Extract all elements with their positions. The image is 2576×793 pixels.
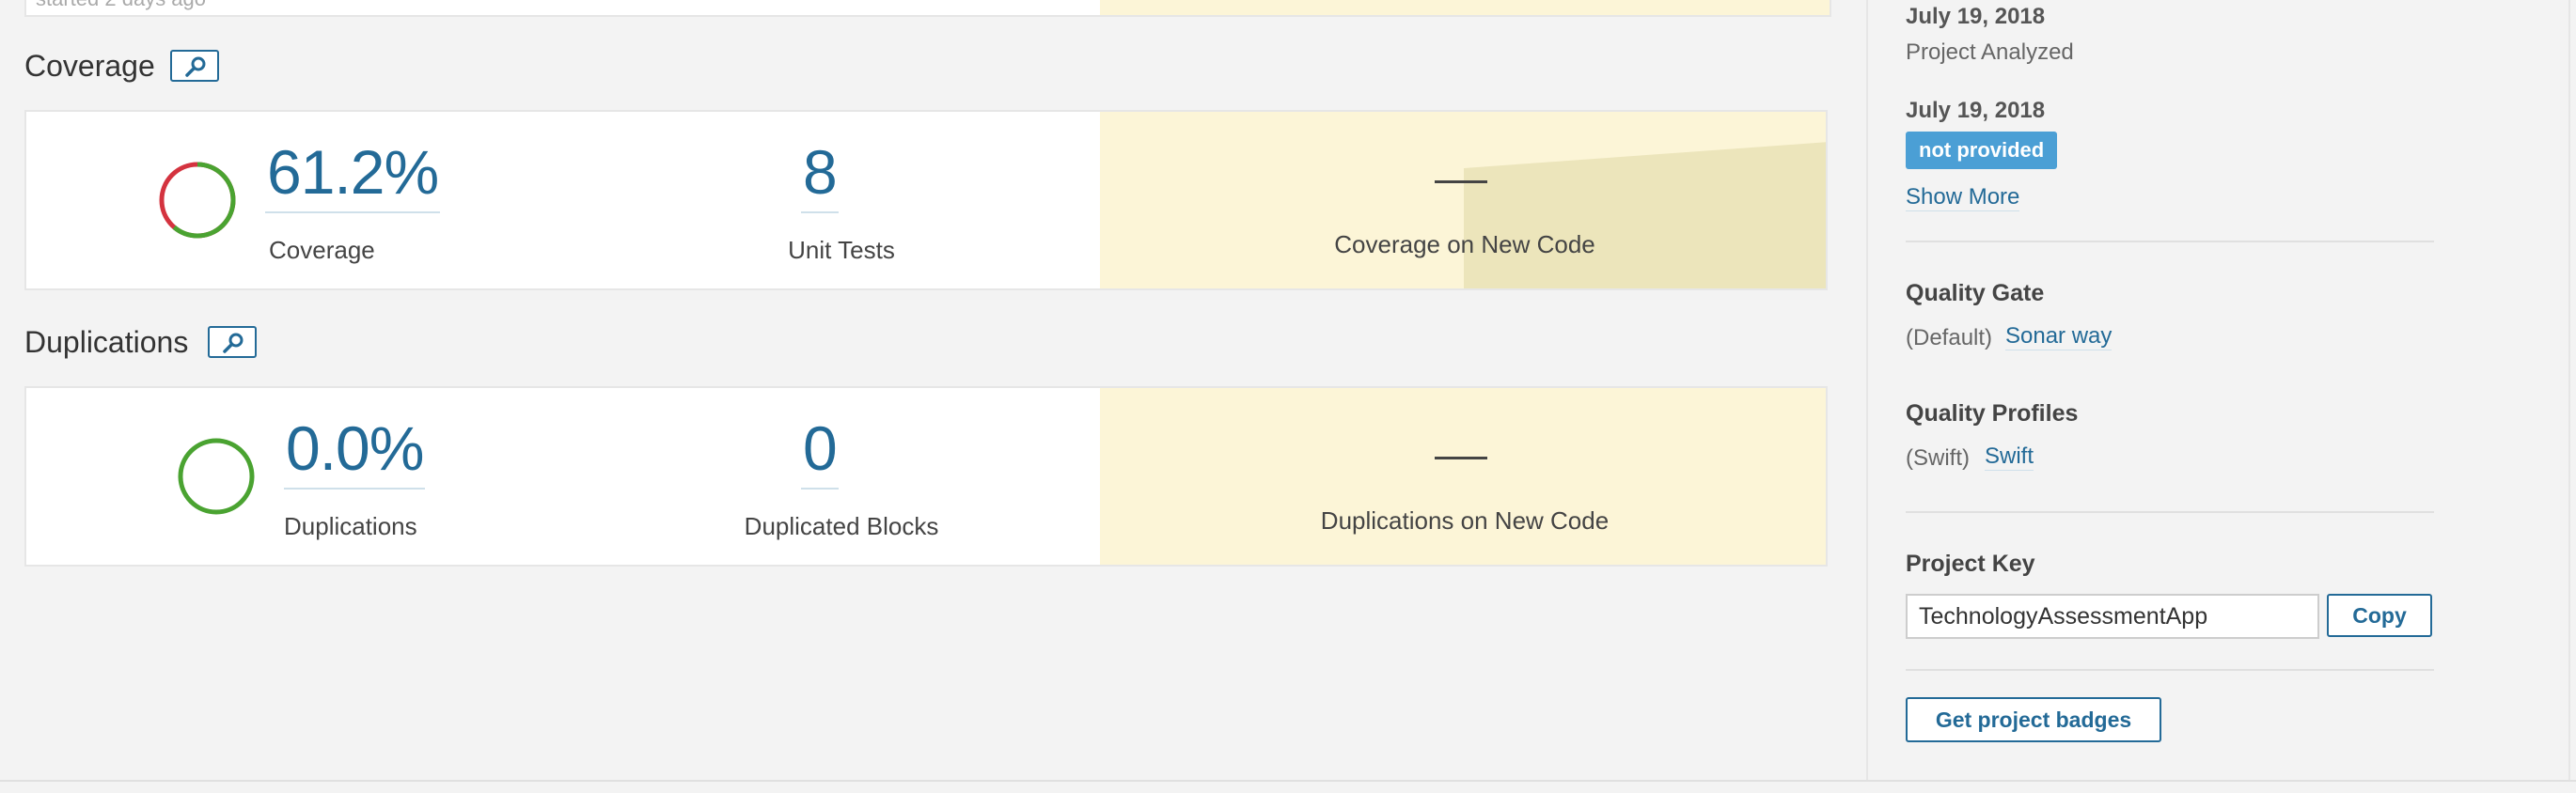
coverage-section-title: Coverage: [24, 49, 155, 83]
duplications-new-code-label: Duplications on New Code: [1320, 506, 1610, 535]
event-date: July 19, 2018: [1906, 4, 2046, 29]
coverage-card: 61.2% Coverage 8 Unit Tests — Coverage o…: [24, 110, 1828, 290]
event-badge: not provided: [1906, 132, 2058, 169]
event-date: July 19, 2018: [1906, 98, 2046, 123]
project-sidebar: July 19, 2018 Project Analyzed July 19, …: [1866, 0, 2576, 780]
previous-panel-text: started 2 days ago: [36, 0, 206, 11]
quality-gate-link[interactable]: Sonar way: [2005, 323, 2113, 350]
quality-profile-qualifier: (Swift): [1906, 445, 1970, 471]
duplications-new-code-value: [1435, 457, 1487, 459]
duplications-label: Duplications: [284, 512, 417, 540]
quality-profiles-heading: Quality Profiles: [1906, 400, 2079, 427]
bottom-border: [0, 780, 2576, 782]
get-project-badges-button[interactable]: Get project badges: [1906, 697, 2161, 742]
duplications-section-title: Duplications: [24, 325, 189, 359]
previous-new-code-area: [1100, 0, 1830, 15]
coverage-label: Coverage: [269, 236, 375, 264]
new-code-chart-shape: [1464, 142, 1826, 288]
duplications-drilldown-button[interactable]: [208, 326, 257, 358]
duplicated-blocks-label: Duplicated Blocks: [744, 512, 939, 540]
coverage-new-code-area: — Coverage on New Code: [1100, 112, 1826, 288]
coverage-new-code-label: Coverage on New Code: [1334, 230, 1595, 258]
coverage-drilldown-button[interactable]: [170, 50, 219, 82]
divider: [1906, 669, 2434, 671]
main-content: started 2 days ago Coverage 61.2% Covera…: [0, 0, 1866, 780]
magnifier-icon: [223, 333, 243, 353]
duplications-new-code-area: — Duplications on New Code: [1100, 388, 1826, 565]
copy-button[interactable]: Copy: [2327, 594, 2432, 637]
unit-tests-value-link[interactable]: 8: [801, 134, 839, 213]
quality-gate-qualifier: (Default): [1906, 325, 1993, 350]
divider: [1906, 241, 2434, 242]
coverage-donut-chart: [159, 162, 236, 239]
project-key-heading: Project Key: [1906, 551, 2035, 577]
duplications-value-link[interactable]: 0.0%: [284, 411, 426, 490]
coverage-value-link[interactable]: 61.2%: [265, 134, 441, 213]
coverage-new-code-value: [1435, 180, 1487, 183]
magnifier-icon: [185, 56, 206, 77]
show-more-link[interactable]: Show More: [1906, 184, 2020, 211]
unit-tests-label: Unit Tests: [788, 236, 895, 264]
previous-panel: started 2 days ago: [24, 0, 1831, 17]
duplicated-blocks-value-link[interactable]: 0: [801, 411, 839, 490]
duplications-card: 0.0% Duplications 0 Duplicated Blocks — …: [24, 386, 1828, 567]
project-key-input[interactable]: [1906, 594, 2319, 639]
quality-profile-link[interactable]: Swift: [1985, 443, 2034, 471]
divider: [1906, 511, 2434, 513]
quality-gate-heading: Quality Gate: [1906, 280, 2045, 306]
duplications-donut-chart: [178, 438, 255, 515]
event-text: Project Analyzed: [1906, 39, 2074, 65]
right-edge-border: [2568, 0, 2570, 780]
